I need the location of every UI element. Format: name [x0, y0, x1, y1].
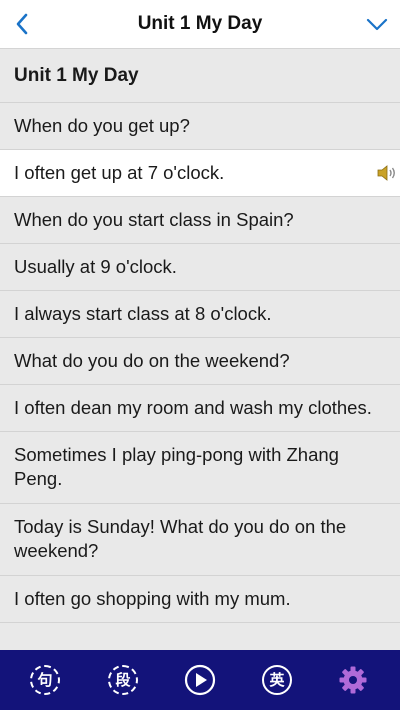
header-bar: Unit 1 My Day [0, 0, 400, 49]
sentence-list: Unit 1 My Day When do you get up? I ofte… [0, 49, 400, 623]
english-mode-label: 英 [262, 665, 292, 695]
play-icon [184, 664, 216, 696]
settings-button[interactable] [336, 663, 370, 697]
gear-icon [339, 666, 367, 694]
play-button[interactable] [183, 663, 217, 697]
paragraph-mode-button[interactable]: 段 [106, 663, 140, 697]
list-item-active[interactable]: I often get up at 7 o'clock. [0, 150, 400, 197]
list-item[interactable]: Sometimes I play ping-pong with Zhang Pe… [0, 432, 400, 504]
sentence-text: I often get up at 7 o'clock. [14, 162, 225, 183]
sentence-text: Sometimes I play ping-pong with Zhang Pe… [14, 444, 339, 489]
list-item[interactable]: Today is Sunday! What do you do on the w… [0, 504, 400, 576]
sentence-text: When do you start class in Spain? [14, 209, 294, 230]
english-mode-button[interactable]: 英 [260, 663, 294, 697]
list-item[interactable]: I always start class at 8 o'clock. [0, 291, 400, 338]
speaker-icon[interactable] [376, 163, 398, 183]
list-item[interactable]: What do you do on the weekend? [0, 338, 400, 385]
sentence-mode-label: 句 [30, 665, 60, 695]
sentence-text: I often go shopping with my mum. [14, 588, 291, 609]
sentence-text: Usually at 9 o'clock. [14, 256, 177, 277]
sentence-text: When do you get up? [14, 115, 190, 136]
sentence-text: I always start class at 8 o'clock. [14, 303, 272, 324]
list-item[interactable]: Usually at 9 o'clock. [0, 244, 400, 291]
bottom-toolbar: 句 段 英 [0, 650, 400, 710]
sentence-text: Today is Sunday! What do you do on the w… [14, 516, 347, 561]
sentence-text: I often dean my room and wash my clothes… [14, 397, 372, 418]
chevron-down-icon[interactable] [364, 11, 390, 37]
list-item[interactable]: I often dean my room and wash my clothes… [0, 385, 400, 432]
list-item[interactable]: When do you start class in Spain? [0, 197, 400, 244]
list-item[interactable]: I often go shopping with my mum. [0, 576, 400, 623]
sentence-mode-button[interactable]: 句 [28, 663, 62, 697]
page-title: Unit 1 My Day [137, 13, 263, 34]
list-item[interactable]: When do you get up? [0, 103, 400, 150]
sentence-text: What do you do on the weekend? [14, 350, 290, 371]
paragraph-mode-label: 段 [108, 665, 138, 695]
unit-heading: Unit 1 My Day [0, 49, 400, 103]
